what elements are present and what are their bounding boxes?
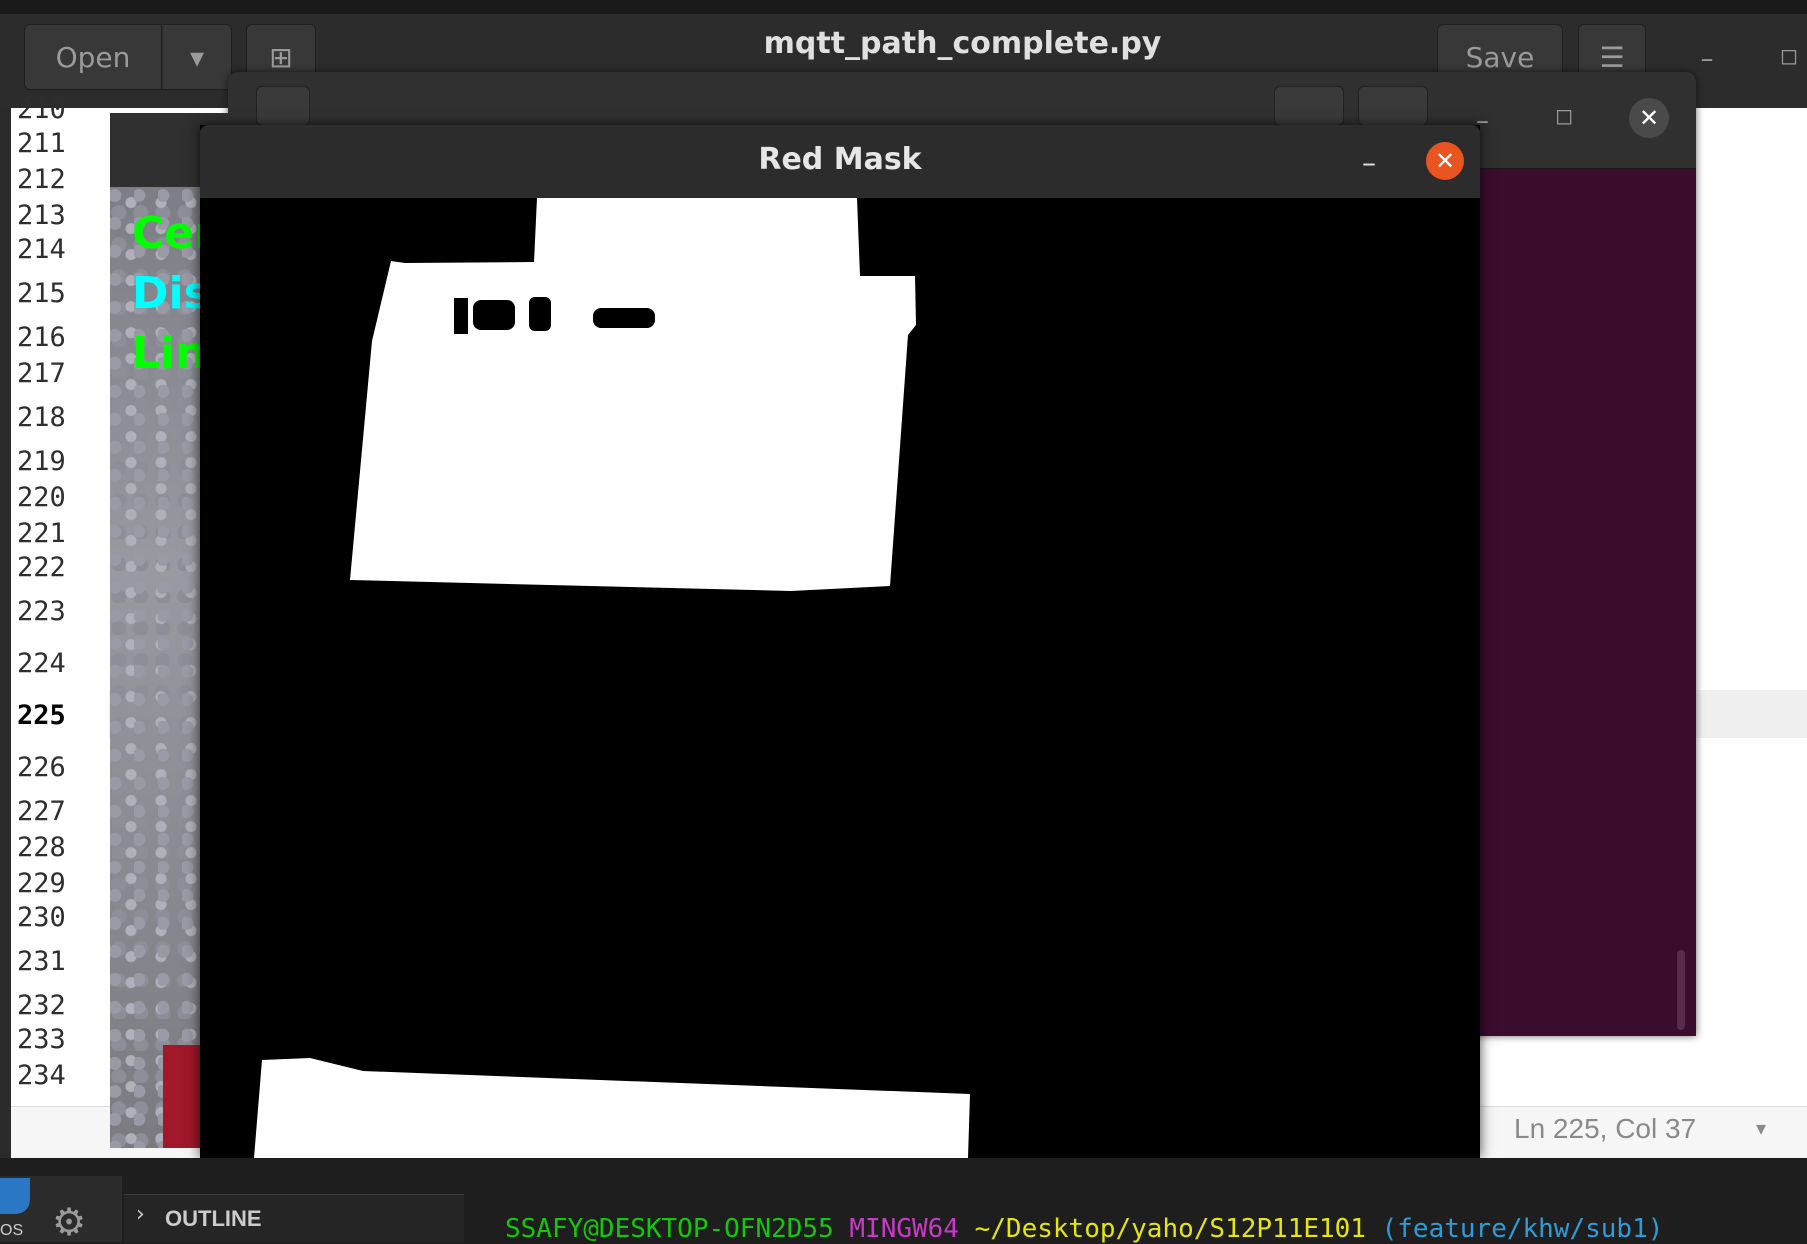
remote-indicator[interactable] — [0, 1178, 30, 1214]
chevron-down-icon[interactable]: ▾ — [1756, 1116, 1766, 1140]
prompt-branch: (feature/khw/sub1) — [1381, 1214, 1664, 1244]
prompt-path: ~/Desktop/yaho/S12P11E101 — [974, 1214, 1366, 1244]
line-number: 216 — [17, 322, 66, 353]
line-number: 231 — [17, 946, 66, 977]
red-mask-image — [200, 198, 1480, 1158]
line-number: 215 — [17, 278, 66, 309]
line-number: 219 — [17, 446, 66, 477]
line-number: 233 — [17, 1024, 66, 1055]
close-icon[interactable]: ✕ — [1426, 142, 1464, 180]
maximize-icon[interactable]: ◻ — [1774, 44, 1804, 74]
line-number: 212 — [17, 164, 66, 195]
line-number: 223 — [17, 596, 66, 627]
prompt-env: MINGW64 — [849, 1214, 959, 1244]
cursor-position-indicator[interactable]: Ln 225, Col 37 — [1514, 1113, 1696, 1145]
save-button-label: Save — [1465, 40, 1535, 74]
mask-hole — [454, 298, 468, 334]
new-tab-icon: ⊞ — [269, 40, 293, 74]
hamburger-menu-icon: ☰ — [1599, 40, 1625, 74]
chevron-right-icon[interactable]: › — [136, 1202, 145, 1227]
gedit-window-title: mqtt_path_complete.py — [763, 26, 1162, 61]
line-number: 213 — [17, 200, 66, 231]
minimize-icon[interactable]: – — [1692, 44, 1722, 74]
line-number: 227 — [17, 796, 66, 827]
os-label: OS — [0, 1222, 24, 1239]
terminal-menu-button[interactable] — [1358, 86, 1428, 126]
terminal-new-tab-button[interactable] — [256, 86, 310, 126]
line-number: 217 — [17, 358, 66, 389]
line-number: 220 — [17, 482, 66, 513]
line-number: 210 — [17, 94, 66, 125]
window-left-border — [0, 108, 11, 1158]
gear-icon[interactable]: ⚙ — [52, 1200, 86, 1244]
overlay-distance-text: Dis — [132, 268, 210, 319]
line-number: 214 — [17, 234, 66, 265]
outline-label: OUTLINE — [165, 1206, 262, 1231]
terminal-search-button[interactable] — [1274, 86, 1344, 126]
window-top-strip — [0, 0, 1807, 14]
open-button[interactable]: Open — [24, 24, 162, 90]
maximize-icon[interactable]: ◻ — [1555, 104, 1573, 129]
terminal-scrollbar[interactable] — [1677, 950, 1685, 1030]
terminal-prompt-line[interactable]: SSAFY@DESKTOP-OFN2D55 MINGW64 ~/Desktop/… — [505, 1214, 1663, 1244]
open-button-label: Open — [55, 40, 131, 74]
line-number: 226 — [17, 752, 66, 783]
mask-hole — [529, 297, 551, 331]
open-dropdown-button[interactable]: ▾ — [162, 24, 232, 90]
line-number-current: 225 — [17, 700, 66, 731]
line-number: 234 — [17, 1060, 66, 1091]
mask-hole — [473, 300, 515, 330]
line-number: 224 — [17, 648, 66, 679]
close-icon[interactable]: ✕ — [1629, 98, 1669, 138]
line-number: 228 — [17, 832, 66, 863]
red-object-in-frame — [163, 1045, 203, 1148]
line-number-gutter: 210 211 212 213 214 215 216 217 218 219 … — [11, 94, 109, 1158]
mask-hole — [593, 308, 655, 328]
line-number: 232 — [17, 990, 66, 1021]
prompt-user: SSAFY@DESKTOP-OFN2D55 — [505, 1214, 834, 1244]
line-number: 222 — [17, 552, 66, 583]
minimize-icon[interactable]: – — [1362, 146, 1376, 179]
chevron-down-icon: ▾ — [189, 40, 205, 74]
line-number: 230 — [17, 902, 66, 933]
taskbar-gap — [0, 1158, 1807, 1176]
line-number: 221 — [17, 518, 66, 549]
overlay-line-text: Lin — [132, 328, 207, 379]
line-number: 218 — [17, 402, 66, 433]
line-number: 229 — [17, 868, 66, 899]
red-mask-window-title: Red Mask — [758, 142, 922, 177]
line-number: 211 — [17, 128, 66, 159]
